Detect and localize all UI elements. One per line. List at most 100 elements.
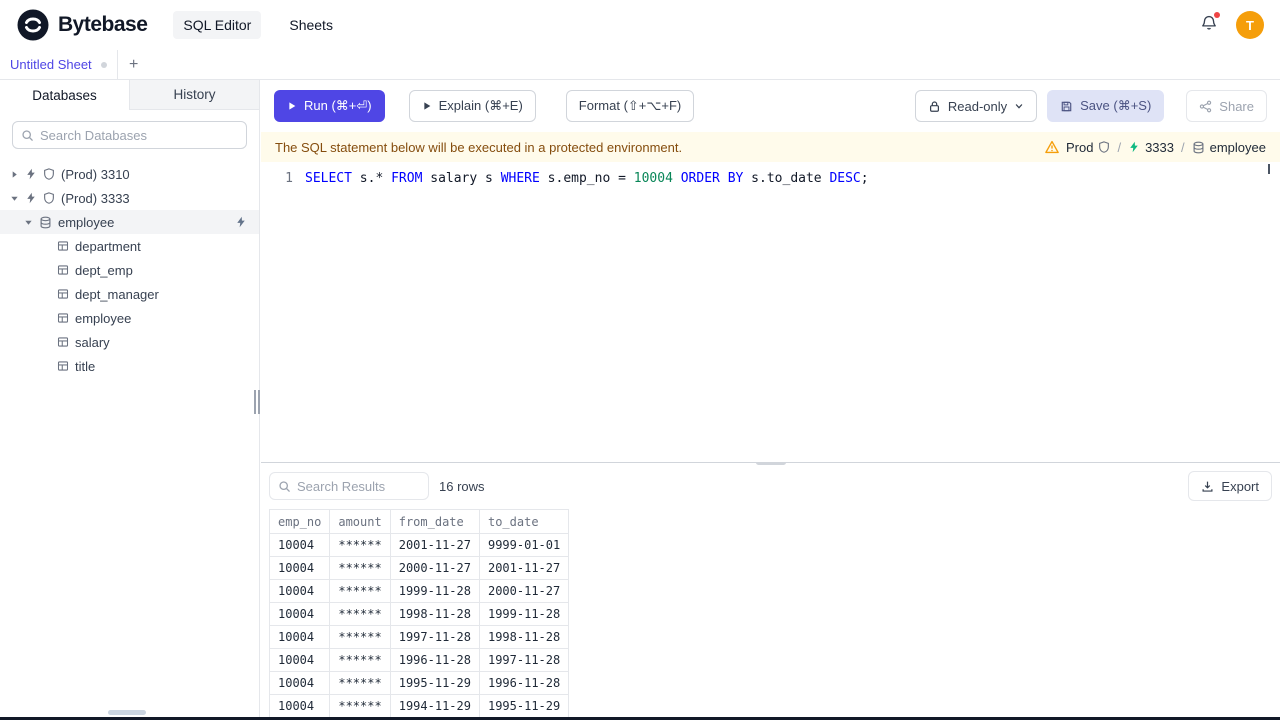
cell-amount[interactable]: ****** bbox=[329, 579, 391, 603]
table-row: 10004 ****** 1999-11-28 2000-11-27 bbox=[268, 579, 570, 603]
format-button-label: Format (⇧+⌥+F) bbox=[578, 98, 682, 113]
tree-item-instance-prod-3310[interactable]: (Prod) 3310 bbox=[0, 162, 259, 186]
tree-item-database-employee[interactable]: employee bbox=[0, 210, 259, 234]
caret-down-icon[interactable] bbox=[24, 218, 33, 227]
cell-from_date[interactable]: 1999-11-28 bbox=[389, 579, 480, 603]
cell-to_date[interactable]: 1999-11-28 bbox=[478, 602, 570, 626]
tree-item-table-dept-emp[interactable]: dept_emp bbox=[0, 258, 259, 282]
sql-editor[interactable]: 1 SELECT s.* FROM salary s WHERE s.emp_n… bbox=[261, 162, 1280, 462]
export-button[interactable]: Export bbox=[1188, 471, 1272, 501]
database-search bbox=[12, 121, 247, 149]
tree-item-table-salary[interactable]: salary bbox=[0, 330, 259, 354]
tree-item-table-department[interactable]: department bbox=[0, 234, 259, 258]
cell-emp_no[interactable]: 10004 bbox=[268, 556, 331, 580]
cell-to_date[interactable]: 1998-11-28 bbox=[478, 625, 570, 649]
cell-to_date[interactable]: 2000-11-27 bbox=[478, 579, 570, 603]
cell-emp_no[interactable]: 10004 bbox=[268, 671, 331, 695]
nav-sql-editor[interactable]: SQL Editor bbox=[173, 11, 262, 39]
banner-message: The SQL statement below will be executed… bbox=[275, 139, 683, 155]
cell-to_date[interactable]: 2001-11-27 bbox=[478, 556, 570, 580]
tab-databases[interactable]: Databases bbox=[0, 80, 130, 110]
readonly-mode-button[interactable]: Read-only bbox=[914, 90, 1038, 122]
cell-to_date[interactable]: 1995-11-29 bbox=[478, 694, 570, 718]
environment-label: Prod bbox=[1065, 139, 1094, 155]
avatar[interactable]: T bbox=[1236, 11, 1264, 39]
share-button[interactable]: Share bbox=[1186, 90, 1267, 122]
cell-emp_no[interactable]: 10004 bbox=[268, 579, 331, 603]
column-header-emp_no[interactable]: emp_no bbox=[268, 509, 331, 534]
caret-down-icon[interactable] bbox=[10, 194, 19, 203]
notification-dot bbox=[1214, 11, 1220, 18]
brand[interactable]: Bytebase bbox=[16, 8, 148, 42]
search-results-input[interactable] bbox=[297, 478, 420, 494]
cell-amount[interactable]: ****** bbox=[329, 694, 391, 718]
panel-resize-handle[interactable] bbox=[254, 390, 260, 414]
cell-to_date[interactable]: 9999-01-01 bbox=[478, 533, 570, 557]
tab-history[interactable]: History bbox=[130, 80, 259, 110]
cell-from_date[interactable]: 1998-11-28 bbox=[389, 602, 480, 626]
play-icon bbox=[422, 101, 432, 111]
cell-from_date[interactable]: 2000-11-27 bbox=[389, 556, 480, 580]
database-link[interactable]: employee bbox=[1192, 140, 1266, 155]
format-button[interactable]: Format (⇧+⌥+F) bbox=[565, 90, 695, 122]
cell-from_date[interactable]: 2001-11-27 bbox=[389, 533, 480, 557]
cell-amount[interactable]: ****** bbox=[329, 625, 391, 649]
sql-code-line: SELECT s.* FROM salary s WHERE s.emp_no … bbox=[305, 169, 869, 188]
cell-amount[interactable]: ****** bbox=[329, 556, 391, 580]
tree-item-table-employee[interactable]: employee bbox=[0, 306, 259, 330]
results-body: 10004 ****** 2001-11-27 9999-01-01 10004 ****… bbox=[268, 533, 570, 718]
breadcrumb-separator: / bbox=[1181, 139, 1185, 155]
sheet-tab-untitled[interactable]: Untitled Sheet bbox=[0, 50, 118, 79]
cell-to_date[interactable]: 1997-11-28 bbox=[478, 648, 570, 672]
tree-item-instance-prod-3333[interactable]: (Prod) 3333 bbox=[0, 186, 259, 210]
run-button[interactable]: Run (⌘+⏎) bbox=[274, 90, 385, 122]
table-row: 10004 ****** 1995-11-29 1996-11-28 bbox=[268, 671, 570, 695]
brand-name: Bytebase bbox=[58, 13, 148, 36]
sheet-tab-label: Untitled Sheet bbox=[10, 57, 92, 72]
editor-toolbar: Run (⌘+⏎) Explain (⌘+E) Format (⇧+⌥+F) R… bbox=[261, 80, 1280, 132]
tree-item-label: dept_emp bbox=[75, 262, 133, 278]
tree-item-table-dept-manager[interactable]: dept_manager bbox=[0, 282, 259, 306]
bytebase-logo-icon bbox=[16, 8, 50, 42]
sidebar-horizontal-scrollbar[interactable] bbox=[108, 710, 146, 715]
save-button[interactable]: Save (⌘+S) bbox=[1047, 90, 1165, 122]
explain-button[interactable]: Explain (⌘+E) bbox=[408, 90, 536, 122]
connect-icon[interactable] bbox=[235, 216, 247, 228]
cell-emp_no[interactable]: 10004 bbox=[268, 625, 331, 649]
instance-label: 3333 bbox=[1145, 139, 1174, 155]
cell-emp_no[interactable]: 10004 bbox=[268, 648, 331, 672]
results-resize-handle[interactable] bbox=[755, 463, 786, 465]
database-label: employee bbox=[1209, 139, 1266, 155]
cell-from_date[interactable]: 1994-11-29 bbox=[389, 694, 480, 718]
cell-from_date[interactable]: 1996-11-28 bbox=[389, 648, 480, 672]
sql-token: SELECT bbox=[305, 171, 352, 186]
instance-link[interactable]: 3333 bbox=[1128, 140, 1174, 155]
column-header-amount[interactable]: amount bbox=[329, 509, 391, 534]
share-button-label: Share bbox=[1219, 98, 1254, 114]
cell-emp_no[interactable]: 10004 bbox=[268, 602, 331, 626]
cell-amount[interactable]: ****** bbox=[329, 602, 391, 626]
column-header-to_date[interactable]: to_date bbox=[478, 509, 570, 534]
caret-right-icon[interactable] bbox=[10, 170, 19, 179]
add-sheet-button[interactable]: + bbox=[118, 50, 150, 79]
cell-emp_no[interactable]: 10004 bbox=[268, 694, 331, 718]
search-databases-input[interactable] bbox=[40, 127, 238, 143]
protected-environment-banner: The SQL statement below will be executed… bbox=[261, 132, 1280, 162]
shield-icon bbox=[1098, 141, 1110, 153]
cell-amount[interactable]: ****** bbox=[329, 648, 391, 672]
results-search bbox=[269, 472, 429, 500]
notifications-button[interactable] bbox=[1198, 11, 1220, 39]
column-header-from_date[interactable]: from_date bbox=[389, 509, 480, 534]
environment-link[interactable]: Prod bbox=[1066, 140, 1110, 155]
cell-from_date[interactable]: 1997-11-28 bbox=[389, 625, 480, 649]
tree-item-table-title[interactable]: title bbox=[0, 354, 259, 378]
cell-from_date[interactable]: 1995-11-29 bbox=[389, 671, 480, 695]
connection-breadcrumb: Prod / 3333 / employee bbox=[1045, 140, 1266, 155]
cell-to_date[interactable]: 1996-11-28 bbox=[478, 671, 570, 695]
cell-amount[interactable]: ****** bbox=[329, 671, 391, 695]
unsaved-dot-icon bbox=[100, 61, 107, 68]
cell-emp_no[interactable]: 10004 bbox=[268, 533, 331, 557]
cell-amount[interactable]: ****** bbox=[329, 533, 391, 557]
nav-sheets[interactable]: Sheets bbox=[279, 11, 343, 39]
search-icon bbox=[21, 129, 34, 142]
